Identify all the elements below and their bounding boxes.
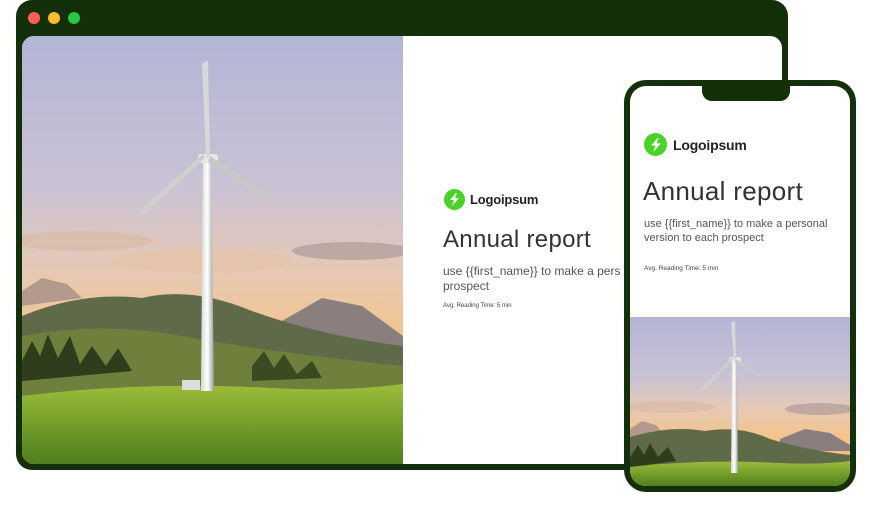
wind-turbine-photo [22, 36, 403, 464]
desktop-logo: Logoipsum [444, 189, 538, 210]
window-maximize-button[interactable] [68, 12, 80, 24]
lightning-bolt-icon [444, 189, 465, 210]
reading-time: Avg. Reading Time: 5 min [443, 303, 512, 309]
phone-screen: Logoipsum Annual report use {{first_name… [630, 86, 850, 486]
wind-turbine-photo [630, 317, 850, 486]
report-subtitle-line1: use {{first_name}} to make a pers [443, 264, 621, 278]
report-subtitle-line2: prospect [443, 279, 490, 293]
phone-mockup: Logoipsum Annual report use {{first_name… [624, 80, 856, 492]
window-close-button[interactable] [28, 12, 40, 24]
logo-name: Logoipsum [470, 192, 539, 207]
phone-notch [702, 86, 790, 101]
lightning-bolt-icon [644, 133, 667, 156]
phone-logo: Logoipsum [644, 133, 747, 156]
window-minimize-button[interactable] [48, 12, 60, 24]
report-title: Annual report [443, 226, 591, 253]
report-title: Annual report [643, 176, 804, 206]
logo-name: Logoipsum [673, 136, 747, 153]
reading-time: Avg. Reading Time: 5 min [644, 265, 719, 272]
report-subtitle: use {{first_name}} to make a personal ve… [644, 218, 828, 244]
report-subtitle: use {{first_name}} to make a pers prospe… [443, 264, 620, 294]
